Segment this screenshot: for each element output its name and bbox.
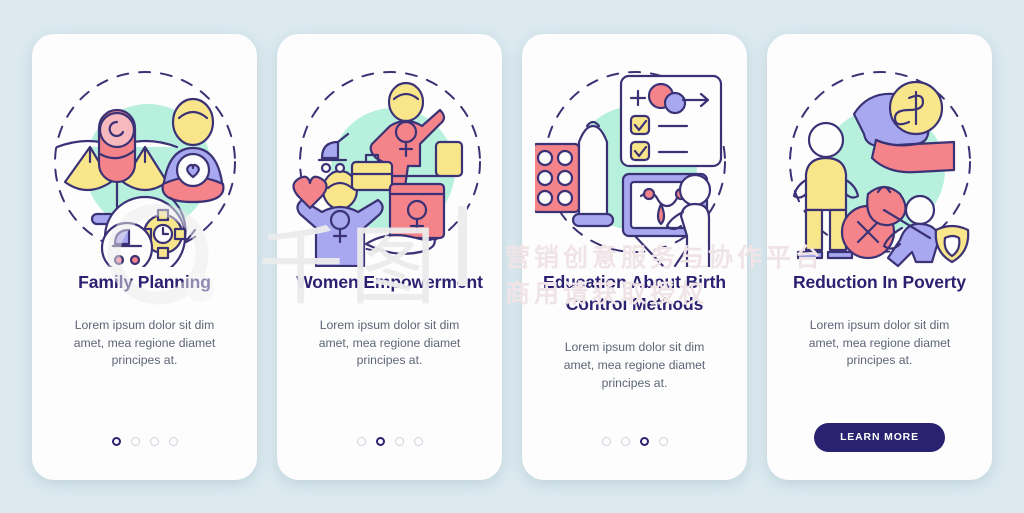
- onboarding-card-family-planning: Family Planning Lorem ipsum dolor sit di…: [32, 33, 257, 480]
- page-title: Family Planning: [78, 271, 211, 292]
- page-description: Lorem ipsum dolor sit dim amet, mea regi…: [563, 340, 706, 390]
- women-empowerment-illustration: [290, 62, 490, 267]
- poverty-reduction-illustration: [780, 62, 980, 267]
- pagination-dot-1[interactable]: [111, 436, 121, 446]
- pagination-dot-1[interactable]: [356, 436, 366, 446]
- pagination-dot-3[interactable]: [394, 436, 404, 446]
- pagination-dot-2[interactable]: [130, 436, 140, 446]
- pagination-dot-4[interactable]: [413, 436, 423, 446]
- pagination-dot-2[interactable]: [620, 436, 630, 446]
- pagination-dot-3[interactable]: [149, 436, 159, 446]
- onboarding-card-birth-control-education: Education About Birth Control Methods Lo…: [522, 33, 747, 480]
- page-title: Reduction In Poverty: [792, 271, 967, 292]
- pagination-dot-1[interactable]: [601, 436, 611, 446]
- onboarding-card-women-empowerment: Women Empowerment Lorem ipsum dolor sit …: [277, 33, 502, 480]
- learn-more-button[interactable]: LEARN MORE: [814, 422, 945, 452]
- pagination-dots[interactable]: [111, 436, 178, 446]
- page-title: Education About Birth Control Methods: [543, 271, 726, 314]
- pagination-dot-4[interactable]: [658, 436, 668, 446]
- page-title: Women Empowerment: [296, 271, 483, 292]
- onboarding-card-poverty-reduction: Reduction In Poverty Lorem ipsum dolor s…: [767, 33, 992, 480]
- birth-control-education-illustration: [534, 62, 735, 267]
- pagination-dots[interactable]: [356, 436, 423, 446]
- pagination-dot-4[interactable]: [168, 436, 178, 446]
- family-planning-illustration: [45, 62, 245, 267]
- page-description: Lorem ipsum dolor sit dim amet, mea regi…: [808, 317, 951, 368]
- pagination-dot-2[interactable]: [375, 436, 385, 446]
- pagination-dot-3[interactable]: [639, 436, 649, 446]
- page-description: Lorem ipsum dolor sit dim amet, mea regi…: [73, 317, 216, 368]
- pagination-dots[interactable]: [601, 436, 668, 446]
- page-description: Lorem ipsum dolor sit dim amet, mea regi…: [318, 317, 461, 368]
- onboarding-screens-row: Family Planning Lorem ipsum dolor sit di…: [0, 0, 1024, 513]
